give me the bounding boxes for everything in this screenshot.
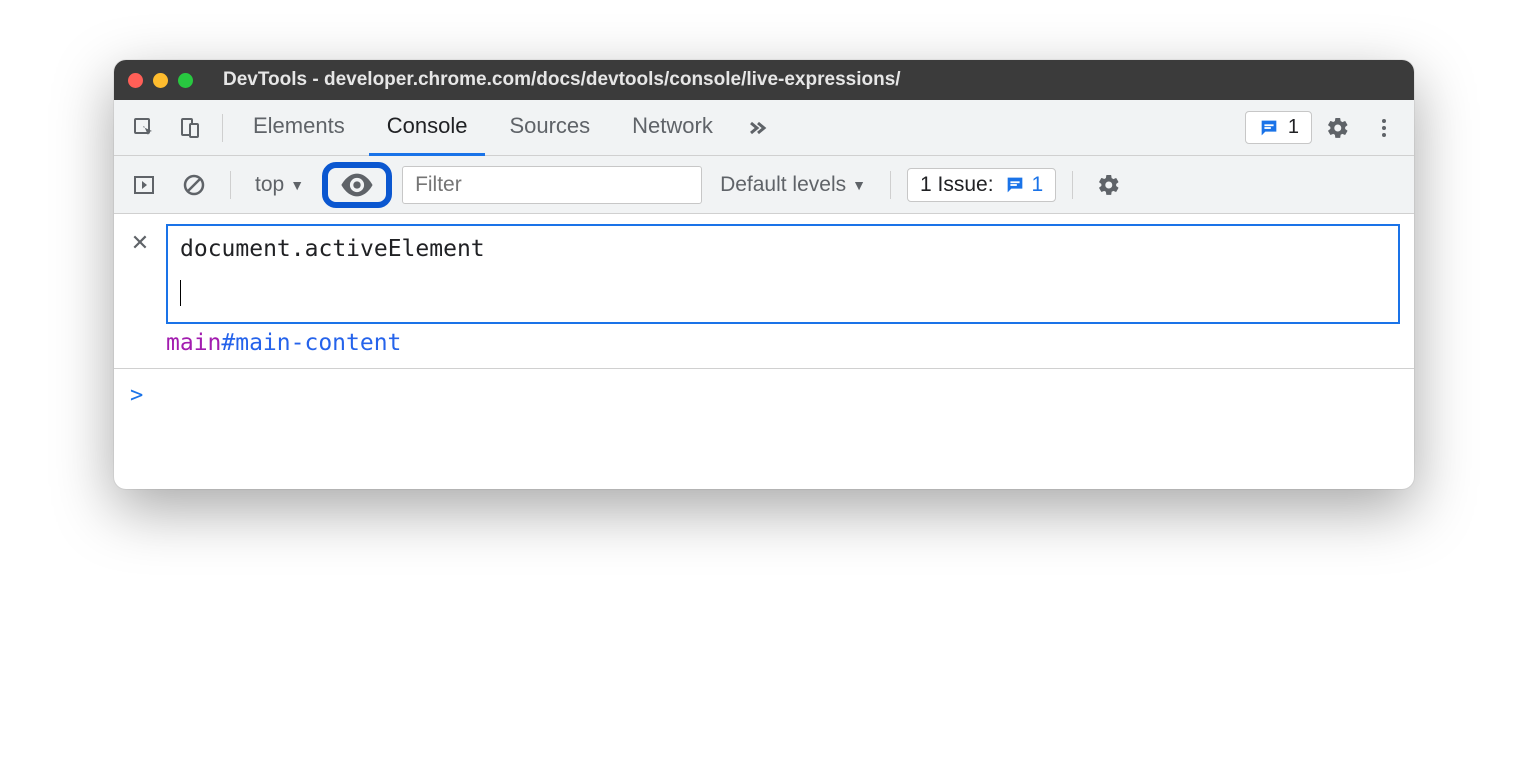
- context-selector[interactable]: top ▼: [247, 173, 312, 197]
- eye-icon: [340, 172, 374, 198]
- inspect-element-icon[interactable]: [124, 108, 164, 148]
- result-id: #main-content: [221, 330, 401, 356]
- remove-live-expression-button[interactable]: ✕: [128, 224, 152, 256]
- filter-input[interactable]: [402, 166, 702, 204]
- kebab-menu-icon[interactable]: [1364, 108, 1404, 148]
- more-tabs-icon[interactable]: [737, 108, 777, 148]
- clear-console-icon[interactable]: [174, 165, 214, 205]
- chevron-down-icon: ▼: [290, 177, 304, 193]
- chat-icon: [1004, 174, 1026, 196]
- toggle-sidebar-icon[interactable]: [124, 165, 164, 205]
- issues-label: 1 Issue:: [920, 173, 994, 197]
- live-expression-input[interactable]: document.activeElement: [166, 224, 1400, 324]
- levels-label: Default levels: [720, 173, 846, 197]
- text-cursor: [180, 280, 181, 306]
- settings-icon[interactable]: [1318, 108, 1358, 148]
- tab-network[interactable]: Network: [614, 100, 731, 156]
- tab-console[interactable]: Console: [369, 100, 486, 156]
- minimize-window-button[interactable]: [153, 73, 168, 88]
- divider: [890, 171, 891, 199]
- console-settings-icon[interactable]: [1089, 165, 1129, 205]
- context-label: top: [255, 173, 284, 197]
- devtools-window: DevTools - developer.chrome.com/docs/dev…: [114, 60, 1414, 489]
- live-expression-text: document.activeElement: [180, 236, 1386, 262]
- console-body[interactable]: >: [114, 369, 1414, 489]
- titlebar: DevTools - developer.chrome.com/docs/dev…: [114, 60, 1414, 100]
- issues-count: 1: [1032, 173, 1044, 197]
- zoom-window-button[interactable]: [178, 73, 193, 88]
- close-window-button[interactable]: [128, 73, 143, 88]
- window-title: DevTools - developer.chrome.com/docs/dev…: [203, 69, 1400, 91]
- divider: [1072, 171, 1073, 199]
- log-levels-selector[interactable]: Default levels ▼: [712, 173, 874, 197]
- live-expression-result[interactable]: main#main-content: [128, 324, 1400, 356]
- main-tabbar: Elements Console Sources Network 1: [114, 100, 1414, 156]
- console-toolbar: top ▼ Default levels ▼ 1 Issue: 1: [114, 156, 1414, 214]
- live-expression-button[interactable]: [322, 162, 392, 208]
- window-controls: [128, 73, 193, 88]
- messages-chip[interactable]: 1: [1245, 111, 1312, 144]
- messages-count: 1: [1288, 116, 1299, 139]
- chevron-down-icon: ▼: [852, 177, 866, 193]
- divider: [230, 171, 231, 199]
- device-toggle-icon[interactable]: [170, 108, 210, 148]
- issues-chip[interactable]: 1 Issue: 1: [907, 168, 1056, 202]
- result-tagname: main: [166, 330, 221, 356]
- divider: [222, 114, 223, 142]
- live-expression-area: ✕ document.activeElement main#main-conte…: [114, 214, 1414, 369]
- tab-elements[interactable]: Elements: [235, 100, 363, 156]
- console-prompt-icon: >: [130, 383, 143, 408]
- tab-sources[interactable]: Sources: [491, 100, 608, 156]
